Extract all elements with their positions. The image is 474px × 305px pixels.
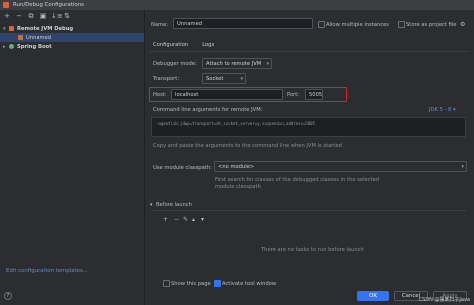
port-input[interactable]: 5005 bbox=[305, 89, 323, 100]
tab-divider bbox=[150, 51, 468, 52]
show-page-checkbox[interactable] bbox=[163, 280, 170, 287]
remove-icon[interactable]: − bbox=[15, 12, 23, 20]
move-down-icon[interactable]: ↓≡ bbox=[51, 12, 63, 20]
port-label: Port: bbox=[287, 92, 300, 98]
save-icon[interactable]: ▣ bbox=[39, 12, 47, 20]
tree-node-label: Spring Boot bbox=[17, 43, 52, 50]
chevron-down-icon: ▾ bbox=[461, 163, 464, 170]
window-title: Run/Debug Configurations bbox=[13, 2, 84, 8]
show-page-label: Show this page bbox=[171, 281, 211, 287]
move-down-icon[interactable]: ▾ bbox=[201, 216, 204, 223]
tree-node-label: Remote JVM Debug bbox=[17, 25, 74, 32]
move-up-icon[interactable]: ▴ bbox=[192, 216, 195, 223]
debugger-mode-label: Debugger mode: bbox=[153, 61, 197, 67]
tree-node-remote-jvm[interactable]: ▾ Remote JVM Debug bbox=[0, 24, 144, 33]
edit-templates-link[interactable]: Edit configuration templates... bbox=[6, 268, 88, 274]
jdk-version-dropdown[interactable]: JDK 5 - 8 ▾ bbox=[429, 107, 456, 113]
config-tree-panel: + − ⧉ ▣ ↓≡ ⇅ ▾ Remote JVM Debug Unnamed … bbox=[0, 10, 145, 305]
activate-tool-label: Activate tool window bbox=[222, 281, 277, 287]
chevron-down-icon[interactable]: ▾ bbox=[150, 202, 153, 208]
transport-label: Transport: bbox=[153, 76, 180, 82]
config-editor: Name: Unnamed Allow multiple instances S… bbox=[145, 10, 474, 305]
cmdline-hint: Copy and paste the arguments to the comm… bbox=[153, 143, 342, 149]
help-icon[interactable]: ? bbox=[4, 292, 12, 300]
sort-icon[interactable]: ⇅ bbox=[63, 12, 71, 20]
chevron-down-icon: ▾ bbox=[266, 60, 269, 67]
store-project-label: Store as project file bbox=[406, 22, 457, 28]
module-classpath-select[interactable]: <no module> ▾ bbox=[214, 161, 467, 172]
watermark: CSDN @摆某扫子Java bbox=[418, 297, 470, 303]
module-classpath-value: <no module> bbox=[218, 163, 255, 170]
add-icon[interactable]: + bbox=[3, 12, 11, 20]
tree-toolbar: + − ⧉ ▣ ↓≡ ⇅ bbox=[3, 12, 71, 20]
transport-value: Socket bbox=[206, 75, 224, 82]
module-classpath-hint-1: First search for classes of the debugged… bbox=[215, 177, 380, 183]
host-input[interactable]: localhost bbox=[171, 89, 283, 100]
allow-multiple-label: Allow multiple instances bbox=[326, 22, 390, 28]
debugger-mode-select[interactable]: Attach to remote JVM ▾ bbox=[202, 58, 272, 69]
transport-select[interactable]: Socket ▾ bbox=[202, 73, 246, 84]
debugger-mode-value: Attach to remote JVM bbox=[206, 60, 262, 67]
activate-tool-checkbox[interactable] bbox=[214, 280, 221, 287]
name-input[interactable]: Unnamed bbox=[173, 18, 313, 29]
edit-task-icon[interactable]: ✎ bbox=[183, 216, 188, 223]
module-classpath-hint-2: module classpath bbox=[215, 184, 261, 190]
allow-multiple-checkbox[interactable] bbox=[318, 21, 325, 28]
remove-task-icon[interactable]: − bbox=[174, 216, 179, 223]
app-icon bbox=[3, 2, 9, 8]
ok-button[interactable]: OK bbox=[357, 291, 389, 301]
store-project-checkbox[interactable] bbox=[398, 21, 405, 28]
remote-debug-icon bbox=[18, 35, 23, 40]
config-tree: ▾ Remote JVM Debug Unnamed ▸ Spring Boot bbox=[0, 24, 144, 51]
host-label: Host: bbox=[153, 92, 167, 98]
remote-debug-icon bbox=[9, 26, 14, 31]
name-label: Name: bbox=[151, 22, 169, 28]
title-bar: Run/Debug Configurations bbox=[0, 0, 474, 10]
add-task-icon[interactable]: + bbox=[163, 216, 168, 223]
copy-icon[interactable]: ⧉ bbox=[27, 12, 35, 20]
cmdline-args-field[interactable]: -agentlib:jdwp=transport=dt_socket,serve… bbox=[151, 117, 466, 137]
tree-node-label: Unnamed bbox=[26, 34, 52, 41]
tree-node-spring-boot[interactable]: ▸ Spring Boot bbox=[0, 42, 144, 51]
cmdline-args-value: -agentlib:jdwp=transport=dt_socket,serve… bbox=[156, 121, 315, 126]
tree-node-unnamed[interactable]: Unnamed bbox=[0, 33, 144, 42]
before-launch-panel: + − ✎ ▴ ▾ There are no tasks to run befo… bbox=[151, 210, 466, 273]
before-launch-label[interactable]: Before launch bbox=[156, 202, 192, 208]
cmdline-label: Command line arguments for remote JVM: bbox=[153, 107, 263, 113]
settings-gear-icon[interactable]: ⚙ bbox=[460, 21, 465, 28]
before-launch-empty: There are no tasks to run before launch bbox=[261, 247, 364, 253]
chevron-down-icon: ▾ bbox=[240, 75, 243, 82]
spring-boot-icon bbox=[9, 44, 14, 49]
module-classpath-label: Use module classpath: bbox=[153, 165, 212, 171]
